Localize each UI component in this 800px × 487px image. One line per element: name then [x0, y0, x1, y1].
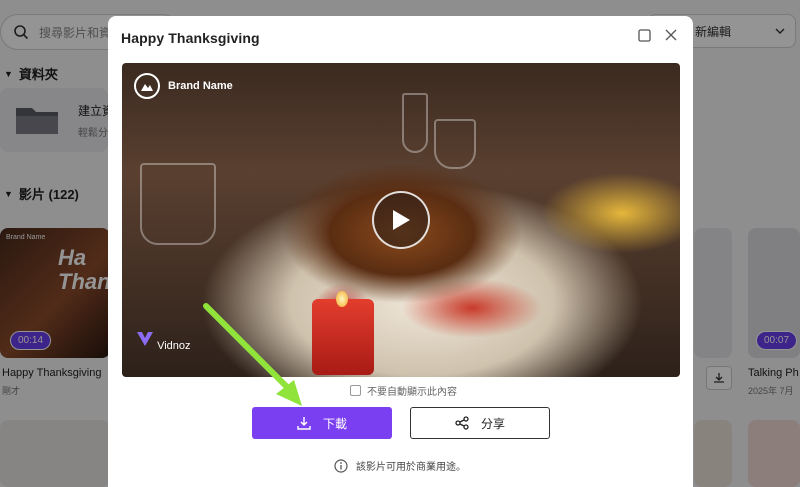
vidnoz-text: Vidnoz: [157, 340, 191, 352]
share-video-modal: Happy Thanksgiving Brand Name Vidnoz 不要自…: [108, 16, 693, 487]
share-label: 分享: [480, 416, 505, 431]
close-button[interactable]: [663, 27, 679, 43]
info-icon: [334, 458, 348, 473]
share-icon: [455, 416, 469, 430]
video-preview[interactable]: Brand Name Vidnoz: [122, 63, 680, 377]
dont-show-again-row[interactable]: 不要自動顯示此內容: [350, 383, 457, 398]
wine-glass-shape: [140, 163, 216, 245]
modal-title: Happy Thanksgiving: [121, 30, 260, 46]
close-icon: [665, 29, 677, 41]
maximize-button[interactable]: [636, 27, 652, 43]
wine-glass-shape: [402, 93, 428, 153]
commercial-use-text: 該影片可用於商業用途。: [356, 462, 466, 473]
candle-flame-shape: [336, 291, 348, 307]
candle-shape: [312, 299, 374, 375]
download-button[interactable]: 下載: [252, 407, 392, 439]
dont-show-checkbox[interactable]: [350, 385, 361, 396]
download-label: 下載: [322, 416, 347, 431]
brand-watermark: Brand Name: [134, 73, 233, 99]
vidnoz-watermark: Vidnoz: [136, 331, 191, 352]
brand-name-text: Brand Name: [168, 80, 233, 92]
play-icon: [393, 210, 410, 230]
download-icon: [297, 417, 311, 430]
wine-glass-shape: [434, 119, 476, 169]
brand-logo-icon: [134, 73, 160, 99]
maximize-icon: [637, 28, 651, 42]
play-button[interactable]: [372, 191, 430, 249]
share-button[interactable]: 分享: [410, 407, 550, 439]
vidnoz-logo-icon: [137, 332, 153, 346]
dont-show-label: 不要自動顯示此內容: [367, 387, 457, 398]
commercial-use-note: 該影片可用於商業用途。: [334, 458, 466, 473]
